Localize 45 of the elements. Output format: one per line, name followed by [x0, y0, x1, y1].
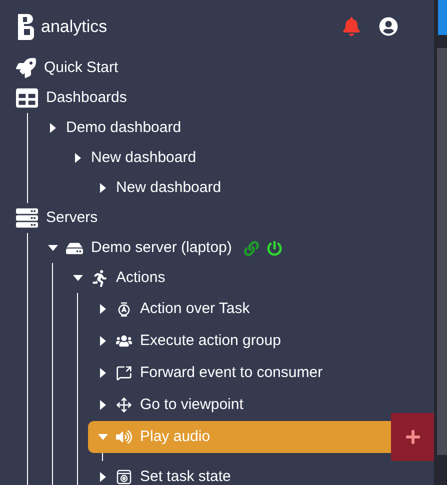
caret-right-icon[interactable] — [98, 304, 108, 314]
tree-item-label[interactable]: Actions — [116, 266, 166, 290]
caret-right-icon[interactable] — [98, 368, 108, 378]
tree-row[interactable]: Forward event to consumer — [88, 357, 434, 389]
tree-item-label[interactable]: Quick Start — [44, 56, 118, 80]
caret-down-icon[interactable] — [73, 273, 83, 283]
plus-icon — [404, 429, 420, 445]
power-icon[interactable] — [266, 240, 282, 256]
rocket-icon — [16, 58, 36, 78]
tree-item-label[interactable]: New dashboard — [116, 176, 222, 200]
tree-row[interactable]: Go to viewpoint — [88, 389, 434, 421]
stopwatch-icon — [116, 301, 132, 317]
settings-window-icon — [116, 469, 132, 485]
caret-right-icon[interactable] — [73, 153, 83, 163]
tree-row[interactable]: Execute action group — [88, 325, 434, 357]
server-icon — [16, 207, 38, 229]
tree-item-label[interactable]: Go to viewpoint — [140, 394, 244, 416]
caret-right-icon[interactable] — [98, 472, 108, 482]
table-icon — [16, 87, 38, 109]
tree-item-label[interactable]: Set task state — [140, 466, 231, 485]
caret-down-icon[interactable] — [48, 243, 58, 253]
people-icon — [116, 333, 132, 349]
running-person-icon — [91, 270, 108, 286]
caret-right-icon[interactable] — [48, 123, 58, 133]
caret-right-icon[interactable] — [98, 183, 108, 193]
tree-item-label[interactable]: New dashboard — [91, 146, 196, 170]
tree-item-label[interactable]: Execute action group — [140, 330, 281, 352]
tree-item-label[interactable]: Dashboards — [46, 86, 127, 110]
bell-icon[interactable] — [342, 17, 361, 36]
tree-item-label[interactable]: Forward event to consumer — [140, 362, 323, 384]
move-icon — [116, 397, 132, 413]
tree-item-label[interactable]: Demo server (laptop) — [91, 236, 232, 260]
user-icon[interactable] — [379, 17, 398, 36]
logo-icon — [18, 14, 34, 40]
message-icon — [116, 365, 132, 381]
caret-right-icon[interactable] — [98, 400, 108, 410]
tree-row[interactable]: Set task state — [88, 461, 434, 485]
tree-item-label[interactable]: Demo dashboard — [66, 116, 182, 140]
tree-item-label[interactable]: Servers — [46, 206, 98, 230]
add-button[interactable] — [391, 413, 434, 461]
tree-row[interactable]: Action over Task — [88, 293, 434, 325]
speaker-icon — [116, 429, 132, 445]
caret-right-icon[interactable] — [98, 336, 108, 346]
brand-name: analytics — [41, 16, 108, 38]
tree-item-label[interactable]: Action over Task — [140, 298, 250, 320]
